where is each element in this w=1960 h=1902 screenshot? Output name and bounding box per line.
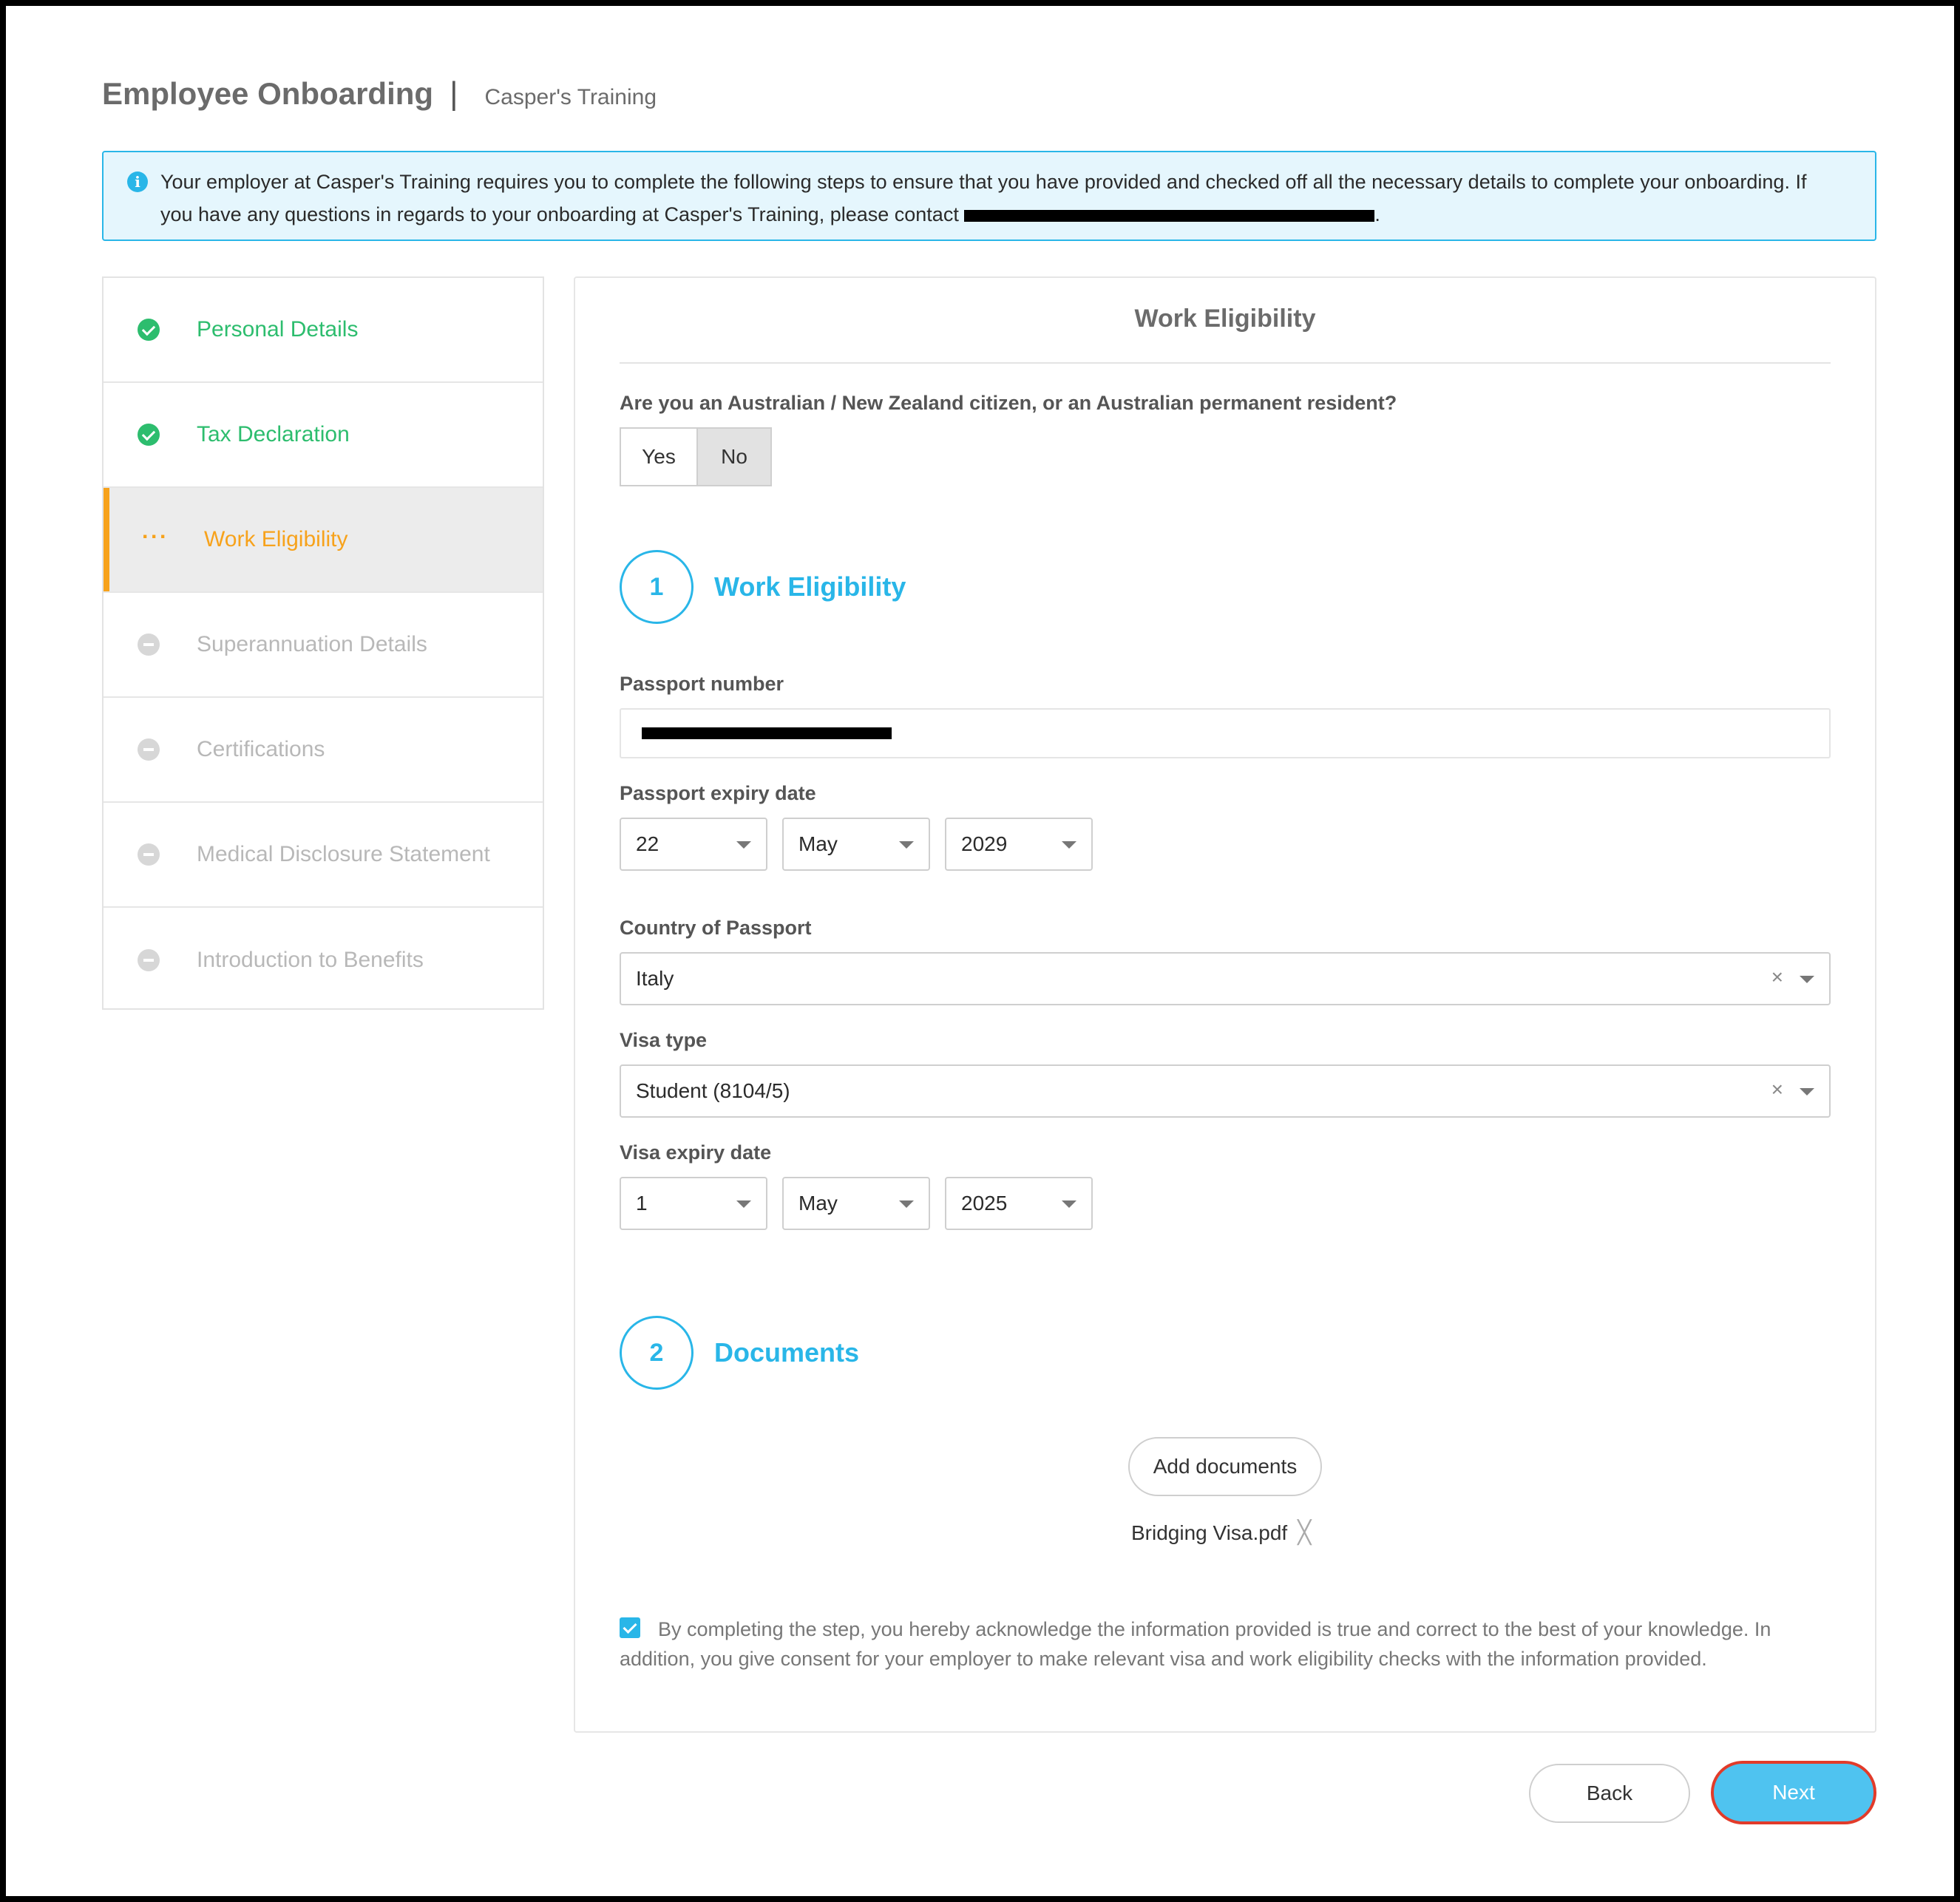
country-of-passport-select[interactable]: Italy ×: [620, 952, 1831, 1005]
section-documents: 2 Documents: [620, 1316, 859, 1390]
sidebar-item-personal-details[interactable]: Personal Details: [104, 278, 543, 383]
app-frame: Employee Onboarding | Casper's Training …: [0, 0, 1960, 1902]
uploaded-file: Bridging Visa.pdf ╳: [1131, 1520, 1311, 1546]
steps-sidebar: Personal Details Tax Declaration ··· Wor…: [102, 276, 544, 1010]
select-value: Student (8104/5): [636, 1079, 790, 1102]
check-circle-icon: [138, 319, 160, 341]
visa-type-label: Visa type: [620, 1029, 708, 1051]
select-value: Italy: [636, 967, 674, 990]
sidebar-item-label: Introduction to Benefits: [197, 948, 424, 972]
section-number: 1: [620, 550, 694, 624]
citizenship-toggle: Yes No: [620, 427, 772, 486]
chevron-down-icon: [899, 1200, 914, 1208]
select-value: 2025: [961, 1192, 1008, 1215]
chevron-down-icon: [1800, 1088, 1814, 1096]
citizenship-question: Are you an Australian / New Zealand citi…: [620, 392, 1397, 414]
work-eligibility-panel: Work Eligibility Are you an Australian /…: [574, 276, 1876, 1733]
acknowledgement-text: By completing the step, you hereby ackno…: [620, 1618, 1771, 1670]
minus-circle-icon: [138, 738, 160, 761]
chevron-down-icon: [1062, 841, 1076, 849]
chevron-down-icon: [899, 841, 914, 849]
chevron-down-icon: [736, 841, 751, 849]
sidebar-item-label: Medical Disclosure Statement: [197, 842, 490, 866]
back-button[interactable]: Back: [1529, 1764, 1690, 1823]
next-button[interactable]: Next: [1711, 1761, 1876, 1824]
visa-expiry-label: Visa expiry date: [620, 1141, 772, 1164]
minus-circle-icon: [138, 949, 160, 971]
no-option[interactable]: No: [698, 427, 772, 486]
sidebar-item-tax-declaration[interactable]: Tax Declaration: [104, 383, 543, 488]
add-documents-button[interactable]: Add documents: [1128, 1437, 1322, 1496]
passport-expiry-day-select[interactable]: 22: [620, 818, 767, 871]
panel-title: Work Eligibility: [620, 305, 1831, 364]
sidebar-item-label: Superannuation Details: [197, 632, 427, 656]
select-value: May: [798, 1192, 838, 1215]
minus-circle-icon: [138, 843, 160, 866]
page-header: Employee Onboarding | Casper's Training: [102, 75, 657, 112]
passport-expiry-year-select[interactable]: 2029: [945, 818, 1093, 871]
passport-expiry-month-select[interactable]: May: [782, 818, 930, 871]
company-name: Casper's Training: [484, 85, 657, 109]
visa-expiry-month-select[interactable]: May: [782, 1177, 930, 1230]
page-title: Employee Onboarding: [102, 76, 434, 111]
sidebar-item-label: Certifications: [197, 737, 325, 761]
sidebar-item-label: Tax Declaration: [197, 422, 350, 446]
close-icon[interactable]: ╳: [1298, 1520, 1311, 1546]
sidebar-item-introduction-to-benefits[interactable]: Introduction to Benefits: [104, 908, 543, 1013]
visa-expiry-year-select[interactable]: 2025: [945, 1177, 1093, 1230]
visa-expiry-day-select[interactable]: 1: [620, 1177, 767, 1230]
section-number: 2: [620, 1316, 694, 1390]
sidebar-item-work-eligibility[interactable]: ··· Work Eligibility: [104, 488, 543, 593]
sidebar-item-superannuation-details[interactable]: Superannuation Details: [104, 593, 543, 698]
select-value: 22: [636, 832, 659, 855]
country-of-passport-label: Country of Passport: [620, 917, 812, 939]
header-separator: |: [450, 75, 458, 112]
file-name: Bridging Visa.pdf: [1131, 1521, 1288, 1544]
select-value: 1: [636, 1192, 648, 1215]
select-value: 2029: [961, 832, 1008, 855]
yes-option[interactable]: Yes: [620, 427, 698, 486]
minus-circle-icon: [138, 634, 160, 656]
select-value: May: [798, 832, 838, 855]
visa-type-select[interactable]: Student (8104/5) ×: [620, 1064, 1831, 1118]
section-title: Work Eligibility: [714, 571, 906, 602]
info-icon: i: [127, 171, 148, 192]
sidebar-item-medical-disclosure-statement[interactable]: Medical Disclosure Statement: [104, 803, 543, 908]
banner-text-end: .: [1374, 203, 1380, 225]
info-banner: i Your employer at Casper's Training req…: [102, 151, 1876, 241]
redacted-passport-number: [642, 727, 892, 739]
passport-expiry-label: Passport expiry date: [620, 782, 816, 804]
section-title: Documents: [714, 1337, 860, 1368]
sidebar-item-certifications[interactable]: Certifications: [104, 698, 543, 803]
passport-number-label: Passport number: [620, 673, 784, 695]
chevron-down-icon: [1800, 976, 1814, 983]
chevron-down-icon: [736, 1200, 751, 1208]
sidebar-item-label: Work Eligibility: [204, 527, 348, 551]
close-icon[interactable]: ×: [1771, 1078, 1783, 1101]
passport-number-input[interactable]: [620, 708, 1831, 758]
in-progress-dots-icon: ···: [142, 524, 169, 549]
chevron-down-icon: [1062, 1200, 1076, 1208]
close-icon[interactable]: ×: [1771, 965, 1783, 989]
sidebar-item-label: Personal Details: [197, 317, 359, 342]
redacted-contact-email[interactable]: [964, 209, 1375, 222]
section-work-eligibility: 1 Work Eligibility: [620, 550, 906, 624]
check-circle-icon: [138, 424, 160, 446]
